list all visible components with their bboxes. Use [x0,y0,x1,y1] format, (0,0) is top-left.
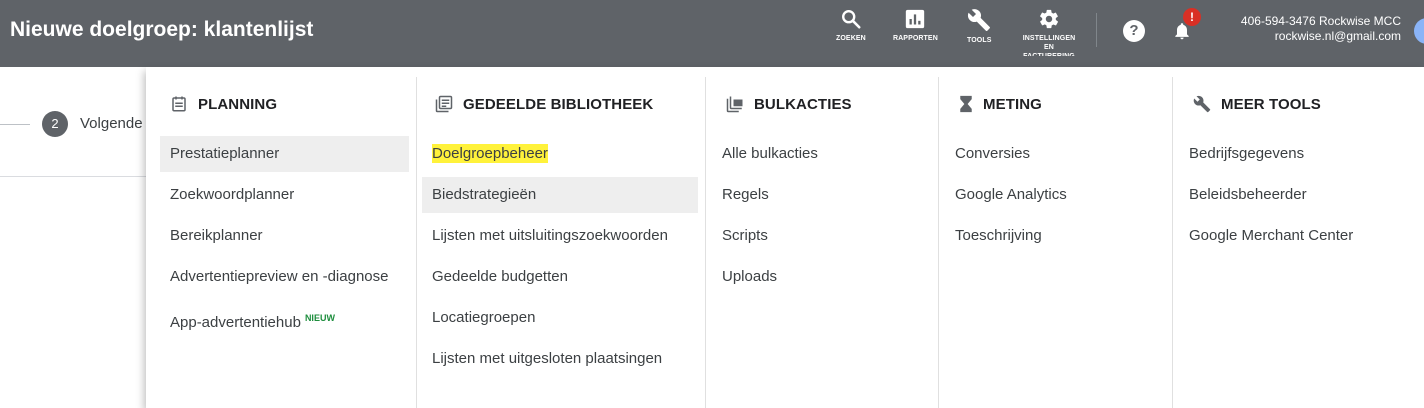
page-title: Nieuwe doelgroep: klantenlijst [10,18,314,41]
menu-item-bedrijfsgegevens[interactable]: Bedrijfsgegevens [1179,136,1353,172]
avatar[interactable] [1414,18,1424,44]
reports-button-label: RAPPORTEN [893,35,938,42]
menu-heading-bulk-actions: BULKACTIES [726,95,852,113]
menu-item-biedstrategieen[interactable]: Biedstrategieën [422,177,698,213]
top-app-bar: Nieuwe doelgroep: klantenlijst ZOEKEN RA… [0,0,1424,67]
menu-item-google-merchant-center[interactable]: Google Merchant Center [1179,218,1353,254]
toolbar-divider [1096,13,1097,47]
hourglass-icon [960,95,972,113]
menu-column-planning: PLANNING Prestatieplanner Zoekwoordplann… [146,77,417,408]
menu-item-uitgesloten-plaatsingen[interactable]: Lijsten met uitgesloten plaatsingen [422,341,698,377]
menu-item-conversies[interactable]: Conversies [945,136,1067,172]
menu-heading-label: METING [983,95,1042,113]
menu-item-beleidsbeheerder[interactable]: Beleidsbeheerder [1179,177,1353,213]
menu-item-app-advertentiehub[interactable]: App-advertentiehub NIEUW [160,300,409,336]
menu-item-google-analytics[interactable]: Google Analytics [945,177,1067,213]
menu-item-toeschrijving[interactable]: Toeschrijving [945,218,1067,254]
menu-item-uitsluitingszoekwoorden[interactable]: Lijsten met uitsluitingszoekwoorden [422,218,698,254]
reports-icon [906,9,925,29]
menu-column-measurement: METING Conversies Google Analytics Toesc… [939,77,1173,408]
menu-item-zoekwoordplanner[interactable]: Zoekwoordplanner [160,177,409,213]
wrench-icon [1193,95,1211,113]
settings-billing-button-label: INSTELLINGEN EN FACTURERING [1022,35,1076,56]
menu-item-bereikplanner[interactable]: Bereikplanner [160,218,409,254]
menu-item-scripts[interactable]: Scripts [712,218,818,254]
menu-heading-label: BULKACTIES [754,95,852,113]
search-button-label: ZOEKEN [836,35,866,42]
help-button[interactable]: ? [1123,20,1145,42]
settings-billing-button[interactable]: INSTELLINGEN EN FACTURERING [1021,8,1077,56]
tools-menu: PLANNING Prestatieplanner Zoekwoordplann… [146,67,1424,408]
menu-item-locatiegroepen[interactable]: Locatiegroepen [422,300,698,336]
stepper-line [0,124,30,125]
menu-item-alle-bulkacties[interactable]: Alle bulkacties [712,136,818,172]
menu-column-bulk-actions: BULKACTIES Alle bulkacties Regels Script… [706,77,939,408]
stepper-number: 2 [42,111,68,137]
menu-heading-label: PLANNING [198,95,278,113]
menu-item-prestatieplanner[interactable]: Prestatieplanner [160,136,409,172]
menu-column-shared-library: GEDEELDE BIBLIOTHEEK Doelgroepbeheer Bie… [417,77,706,408]
reports-button[interactable]: RAPPORTEN [893,8,938,43]
menu-heading-label: GEDEELDE BIBLIOTHEEK [463,95,654,113]
menu-heading-more-tools: MEER TOOLS [1193,95,1321,113]
menu-heading-planning: PLANNING [170,95,277,113]
bulk-actions-icon [726,96,743,113]
planning-icon [172,96,186,112]
notification-badge: ! [1183,8,1201,26]
wrench-icon [968,9,991,31]
menu-heading-label: MEER TOOLS [1221,95,1321,113]
library-icon [435,95,453,113]
tools-button[interactable]: TOOLS [967,8,991,45]
highlighted-text: Doelgroepbeheer [432,144,548,163]
search-icon [841,10,861,29]
menu-item-gedeelde-budgetten[interactable]: Gedeelde budgetten [422,259,698,295]
account-switcher[interactable]: 406-594-3476 Rockwise MCC rockwise.nl@gm… [1205,14,1401,44]
menu-item-label: App-advertentiehub [170,314,301,331]
stepper-label[interactable]: Volgende [80,115,143,132]
new-badge: NIEUW [304,313,335,323]
tools-button-label: TOOLS [967,37,992,44]
menu-item-doelgroepbeheer[interactable]: Doelgroepbeheer [422,136,698,172]
menu-item-advertentiepreview[interactable]: Advertentiepreview en -diagnose [160,259,409,295]
search-button[interactable]: ZOEKEN [836,8,866,43]
gear-icon [1040,9,1059,29]
account-name: 406-594-3476 Rockwise MCC [1240,14,1401,28]
account-email: rockwise.nl@gmail.com [1274,29,1401,43]
menu-heading-shared-library: GEDEELDE BIBLIOTHEEK [435,95,653,113]
menu-heading-measurement: METING [959,95,1042,113]
menu-column-more-tools: MEER TOOLS Bedrijfsgegevens Beleidsbehee… [1173,77,1424,408]
menu-item-regels[interactable]: Regels [712,177,818,213]
menu-item-uploads[interactable]: Uploads [712,259,818,295]
